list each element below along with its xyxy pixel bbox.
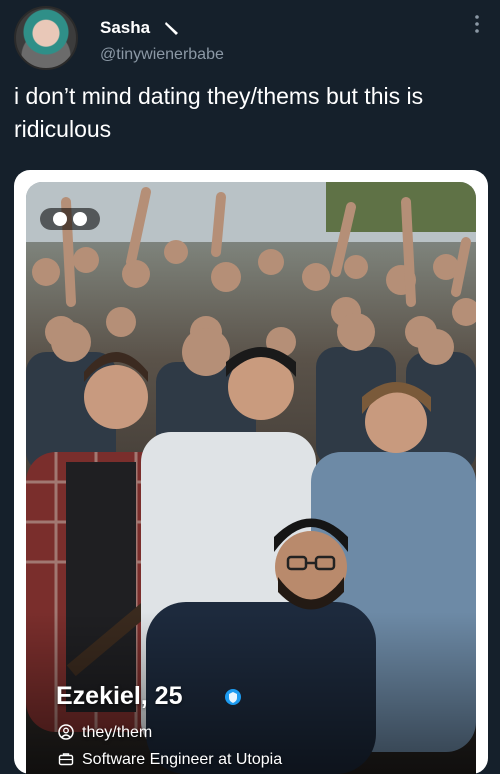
job-text: Software Engineer at Utopia: [82, 751, 283, 768]
more-options-icon[interactable]: [474, 14, 480, 34]
job-row: Software Engineer at Utopia: [58, 751, 282, 769]
profile-name-age: Ezekiel, 25: [56, 682, 183, 710]
person-icon: [58, 724, 74, 740]
photo-pager-icon[interactable]: [40, 206, 104, 232]
pronouns-row: they/them: [58, 724, 152, 742]
display-name[interactable]: Sasha: [100, 18, 150, 38]
knife-icon: [165, 22, 178, 35]
pronouns-text: they/them: [82, 724, 153, 741]
user-handle[interactable]: @tinywienerbabe: [100, 46, 224, 64]
tweet-header: Sasha @tinywienerbabe: [14, 6, 486, 70]
verified-icon: [225, 689, 241, 705]
tweet-text: i don’t mind dating they/thems but this …: [14, 83, 424, 142]
briefcase-icon: [58, 753, 74, 766]
user-avatar[interactable]: [14, 6, 78, 70]
